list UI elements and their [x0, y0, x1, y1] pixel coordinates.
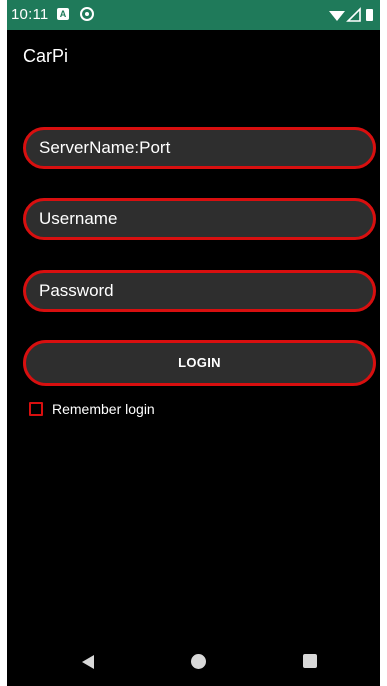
remember-login-row[interactable]: Remember login [29, 400, 155, 418]
phone-screen: 10:11 A CarPi ServerName:Port Username P… [7, 0, 380, 686]
login-button[interactable]: LOGIN [23, 340, 376, 386]
battery-icon [366, 9, 373, 21]
a-box-icon: A [57, 8, 69, 20]
username-input[interactable]: Username [23, 198, 376, 240]
navigation-bar [7, 638, 380, 686]
back-icon[interactable] [80, 654, 96, 670]
wifi-icon [329, 11, 345, 21]
home-icon[interactable] [191, 654, 206, 669]
remember-login-label[interactable]: Remember login [52, 401, 155, 417]
signal-icon [346, 7, 361, 22]
remember-login-checkbox[interactable] [29, 402, 43, 416]
password-input[interactable]: Password [23, 270, 376, 312]
server-input[interactable]: ServerName:Port [23, 127, 376, 169]
status-time: 10:11 [11, 6, 49, 23]
system-status-icons [329, 7, 373, 22]
status-bar: 10:11 A [7, 0, 380, 30]
app-title: CarPi [23, 46, 69, 66]
recents-icon[interactable] [303, 654, 317, 668]
target-icon [80, 7, 94, 21]
